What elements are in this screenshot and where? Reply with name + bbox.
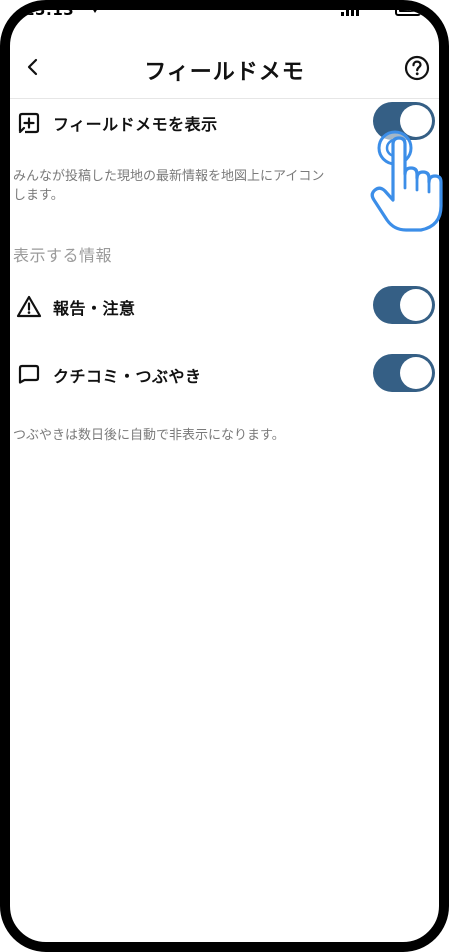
navigation-bar: フィールドメモ bbox=[10, 40, 439, 99]
add-square-icon bbox=[18, 112, 40, 134]
field-memo-toggle-row: フィールドメモを表示 bbox=[10, 98, 439, 148]
field-memo-toggle-label: フィールドメモを表示 bbox=[53, 115, 218, 134]
status-bar: 15:13 bbox=[10, 10, 439, 24]
report-toggle-label: 報告・注意 bbox=[53, 299, 136, 318]
field-memo-toggle[interactable] bbox=[373, 102, 435, 140]
review-toggle[interactable] bbox=[373, 354, 435, 392]
warning-icon bbox=[16, 295, 42, 318]
help-button[interactable] bbox=[403, 54, 431, 82]
description-line: みんなが投稿した現地の最新情報を地図上にアイコン bbox=[13, 169, 325, 184]
toggle-knob bbox=[400, 105, 432, 137]
footer-note: つぶやきは数日後に自動で非表示になります。 bbox=[13, 428, 285, 443]
review-toggle-label: クチコミ・つぶやき bbox=[53, 367, 202, 386]
section-header: 表示する情報 bbox=[13, 246, 113, 265]
wifi-icon bbox=[374, 10, 387, 16]
toggle-knob bbox=[400, 357, 432, 389]
signal-icon bbox=[346, 10, 349, 16]
speech-bubble-icon bbox=[18, 364, 40, 384]
toggle-knob bbox=[400, 289, 432, 321]
help-icon bbox=[404, 55, 430, 81]
battery-icon bbox=[395, 10, 421, 16]
phone-frame: 15:13 フィールドメモ フィールドメモを表示 みんなが投稿した現地の最新情報… bbox=[0, 0, 449, 952]
signal-icon bbox=[356, 10, 359, 16]
report-toggle[interactable] bbox=[373, 286, 435, 324]
description-line: します。 bbox=[13, 188, 64, 203]
field-memo-description: みんなが投稿した現地の最新情報を地図上にアイコン します。 bbox=[13, 167, 429, 205]
location-arrow-icon bbox=[90, 10, 100, 13]
status-time: 15:13 bbox=[24, 1, 75, 19]
status-icons bbox=[331, 10, 421, 16]
signal-icon bbox=[341, 12, 344, 16]
signal-icon bbox=[351, 10, 354, 16]
report-toggle-row: 報告・注意 bbox=[10, 282, 439, 332]
page-title: フィールドメモ bbox=[144, 60, 305, 85]
review-toggle-row: クチコミ・つぶやき bbox=[10, 350, 439, 400]
